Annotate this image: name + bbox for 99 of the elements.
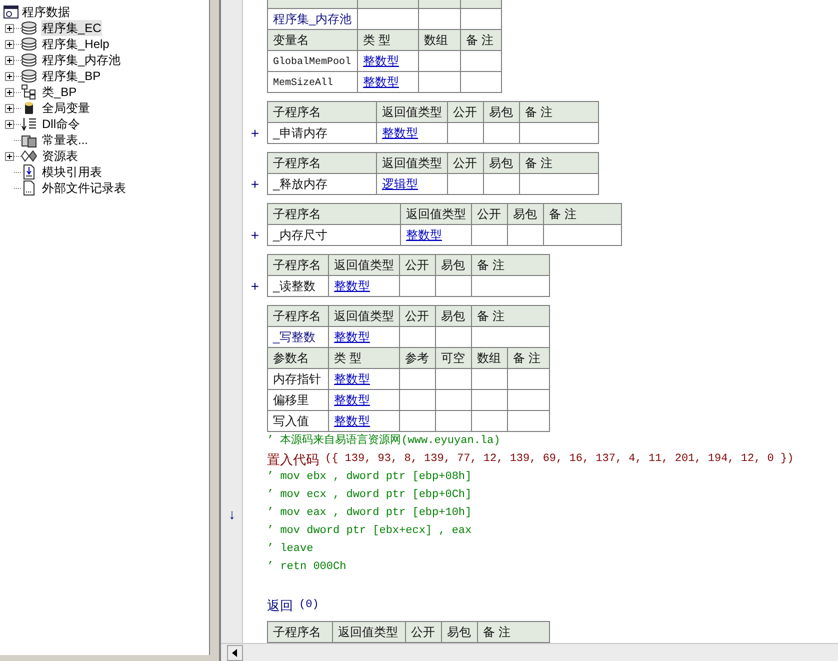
- expand-icon[interactable]: [5, 40, 14, 48]
- column-header: 子程序名: [273, 206, 321, 220]
- column-header: 易包: [447, 624, 471, 638]
- table-cell: _写整数: [273, 330, 316, 344]
- expand-icon[interactable]: [5, 24, 14, 32]
- column-header: 公开: [453, 156, 477, 170]
- tree-item[interactable]: 类_BP: [41, 84, 78, 100]
- column-header: 参数名: [273, 350, 309, 364]
- column-header: 返回值类型: [334, 258, 394, 272]
- tree-item[interactable]: 外部文件记录表: [41, 180, 127, 196]
- document-arrow-icon: [21, 164, 37, 180]
- column-header: 备 注: [483, 624, 510, 638]
- tree-item[interactable]: 常量表...: [41, 132, 90, 148]
- column-header: 公开: [453, 104, 477, 118]
- column-header: 备 注: [525, 104, 552, 118]
- column-header: 数组: [424, 32, 448, 46]
- column-header: 子程序名: [273, 624, 321, 638]
- tree-item[interactable]: 模块引用表: [41, 164, 103, 180]
- code-keyword: 返回: [267, 596, 293, 615]
- column-header: 易包: [513, 206, 537, 220]
- expand-icon[interactable]: [5, 56, 14, 64]
- column-header: 返回值类型: [334, 308, 394, 322]
- column-header: 易包: [441, 308, 465, 322]
- code-comment: ’ 本源码来自易语言资源网(www.eyuyan.la): [267, 433, 500, 450]
- column-header: 备 注: [477, 258, 504, 272]
- column-header: 易包: [489, 156, 513, 170]
- table-cell: _读整数: [273, 278, 316, 292]
- column-header: 备 注: [466, 32, 494, 46]
- column-header: 公开: [411, 624, 435, 638]
- tree-item[interactable]: 程序集_BP: [41, 68, 102, 84]
- hierarchy-icon: [21, 84, 37, 100]
- column-header: 可空: [441, 350, 465, 364]
- code-comment: ’ leave: [267, 542, 314, 558]
- table-cell: 程序集_内存池: [273, 12, 352, 26]
- column-header: 公开: [405, 308, 429, 322]
- list-arrow-icon: [21, 116, 37, 132]
- column-header: 易包: [489, 104, 513, 118]
- tree-item[interactable]: Dll命令: [41, 116, 81, 132]
- left-triangle-icon: [232, 648, 238, 656]
- code-keyword: 置入代码: [267, 450, 319, 469]
- table-cell: _内存尺寸: [273, 228, 328, 242]
- column-header: 类 型: [334, 350, 362, 364]
- tree-item[interactable]: 全局变量: [41, 100, 91, 116]
- table-cell: _申请内存: [273, 126, 328, 140]
- column-header: 备 注: [513, 350, 540, 364]
- code-comment: ’ mov eax , dword ptr [ebp+10h]: [267, 506, 472, 522]
- column-header: 返回值类型: [338, 624, 398, 638]
- expand-toggle[interactable]: +: [250, 176, 260, 190]
- tree-item[interactable]: 程序集_EC: [41, 20, 102, 36]
- code-arguments: (0): [299, 598, 319, 614]
- expand-toggle[interactable]: +: [250, 126, 260, 140]
- column-header: 返回值类型: [382, 104, 442, 118]
- expand-icon[interactable]: [5, 72, 14, 80]
- table-cell: GlobalMemPool: [273, 57, 352, 68]
- table-cell: _释放内存: [273, 176, 328, 190]
- code-comment: ’ mov ebx , dword ptr [ebp+08h]: [267, 470, 472, 486]
- expand-toggle[interactable]: +: [250, 278, 260, 292]
- table-cell: 内存指针: [273, 372, 321, 386]
- stack-icon: [21, 68, 37, 84]
- code-arguments: ({ 139, 93, 8, 139, 77, 12, 139, 69, 16, 137, 4, 11, 201, 194, 12, 0 }): [325, 452, 794, 468]
- expand-icon[interactable]: [5, 104, 14, 112]
- column-header: 公开: [405, 258, 429, 272]
- column-header: 返回值类型: [406, 206, 466, 220]
- tree-item[interactable]: 程序数据: [22, 4, 70, 20]
- scroll-left-button[interactable]: [227, 644, 243, 660]
- data-icon: [3, 4, 19, 20]
- expand-toggle[interactable]: +: [250, 228, 260, 242]
- column-header: 易包: [441, 258, 465, 272]
- column-header: 备 注: [549, 206, 576, 220]
- column-header: 变量名: [273, 32, 309, 46]
- document-icon: [21, 180, 37, 196]
- column-header: 参考: [405, 350, 429, 364]
- column-header: 数组: [477, 350, 501, 364]
- expand-icon[interactable]: [5, 88, 14, 96]
- column-header: 子程序名: [273, 308, 321, 322]
- column-header: 返回值类型: [382, 156, 442, 170]
- column-header: 子程序名: [273, 258, 321, 272]
- table-cell: 写入值: [273, 414, 309, 428]
- horizontal-scrollbar[interactable]: [221, 643, 838, 661]
- tree-item[interactable]: 程序集_Help: [41, 36, 110, 52]
- down-arrow-marker: ↓: [228, 506, 236, 520]
- column-header: 类 型: [363, 32, 390, 46]
- column-header: 备 注: [525, 156, 552, 170]
- column-header: 子程序名: [273, 156, 321, 170]
- tree-item[interactable]: 程序集_内存池: [41, 52, 122, 68]
- column-header: 备 注: [477, 308, 504, 322]
- table-cell: 偏移里: [273, 392, 309, 406]
- code-comment: ’ mov dword ptr [ebx+ecx] , eax: [267, 524, 472, 540]
- stack-icon: [21, 20, 37, 36]
- code-comment: ’ retn 000Ch: [267, 560, 346, 576]
- expand-icon[interactable]: [5, 152, 14, 160]
- code-comment: ’ mov ecx , dword ptr [ebp+0Ch]: [267, 488, 472, 504]
- column-header: 子程序名: [273, 104, 321, 118]
- expand-icon[interactable]: [5, 120, 14, 128]
- stack-icon: [21, 52, 37, 68]
- table-cell: MemSizeAll: [273, 78, 334, 89]
- stack-icon: [21, 36, 37, 52]
- tree-item[interactable]: 资源表: [41, 148, 79, 164]
- column-header: 公开: [477, 206, 501, 220]
